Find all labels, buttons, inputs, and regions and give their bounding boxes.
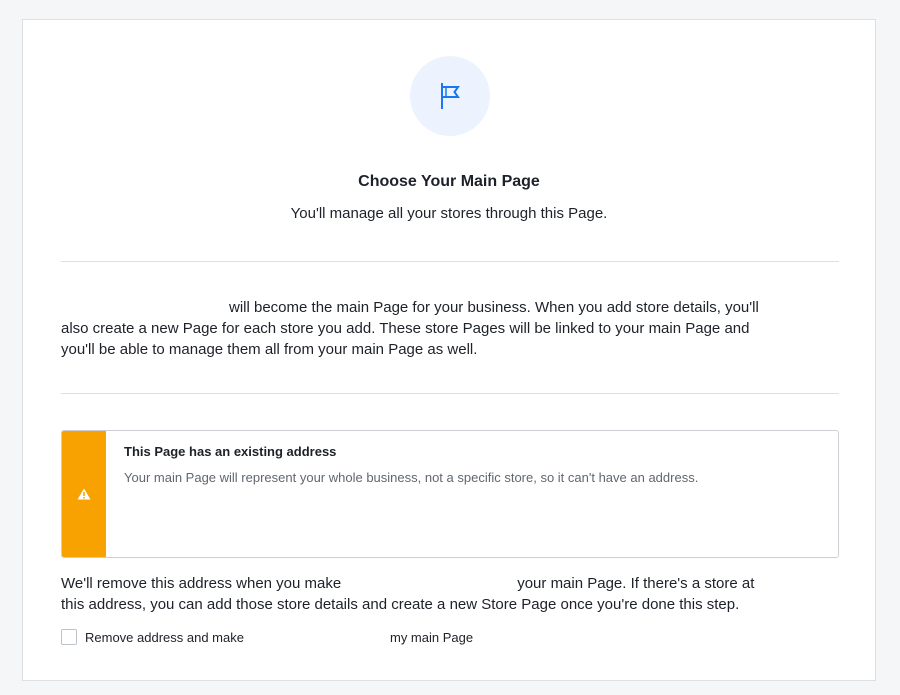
warning-bar — [62, 431, 106, 557]
warning-text: Your main Page will represent your whole… — [124, 470, 699, 485]
divider-bottom — [61, 393, 839, 394]
dialog-subtitle: You'll manage all your stores through th… — [290, 205, 608, 222]
notice-prefix: We'll remove this address when you make — [61, 575, 342, 592]
intro-line-1: will become the main Page for your busin… — [229, 299, 759, 316]
notice-suffix: your main Page. If there's a store at — [517, 575, 755, 592]
choose-main-page-dialog: Choose Your Main Page You'll manage all … — [22, 19, 876, 681]
divider-top — [61, 261, 839, 262]
remove-address-label[interactable]: Remove address and make my main Page — [85, 630, 473, 645]
checkbox-label-suffix: my main Page — [389, 630, 474, 645]
checkbox-label-prefix: Remove address and make — [85, 630, 244, 645]
intro-line-3: you'll be able to manage them all from y… — [61, 341, 478, 358]
warning-triangle-icon — [77, 488, 91, 500]
warning-title: This Page has an existing address — [124, 444, 337, 459]
notice-line-2: this address, you can add those store de… — [61, 596, 740, 613]
remove-address-checkbox[interactable] — [61, 629, 77, 645]
dialog-title: Choose Your Main Page — [358, 173, 540, 190]
notice-paragraph: We'll remove this address when you make y… — [61, 573, 841, 615]
existing-address-warning: This Page has an existing address Your m… — [61, 430, 839, 558]
flag-icon — [441, 83, 460, 109]
flag-icon-badge — [410, 56, 490, 136]
intro-line-2: also create a new Page for each store yo… — [61, 320, 750, 337]
intro-paragraph: will become the main Page for your busin… — [61, 297, 841, 360]
